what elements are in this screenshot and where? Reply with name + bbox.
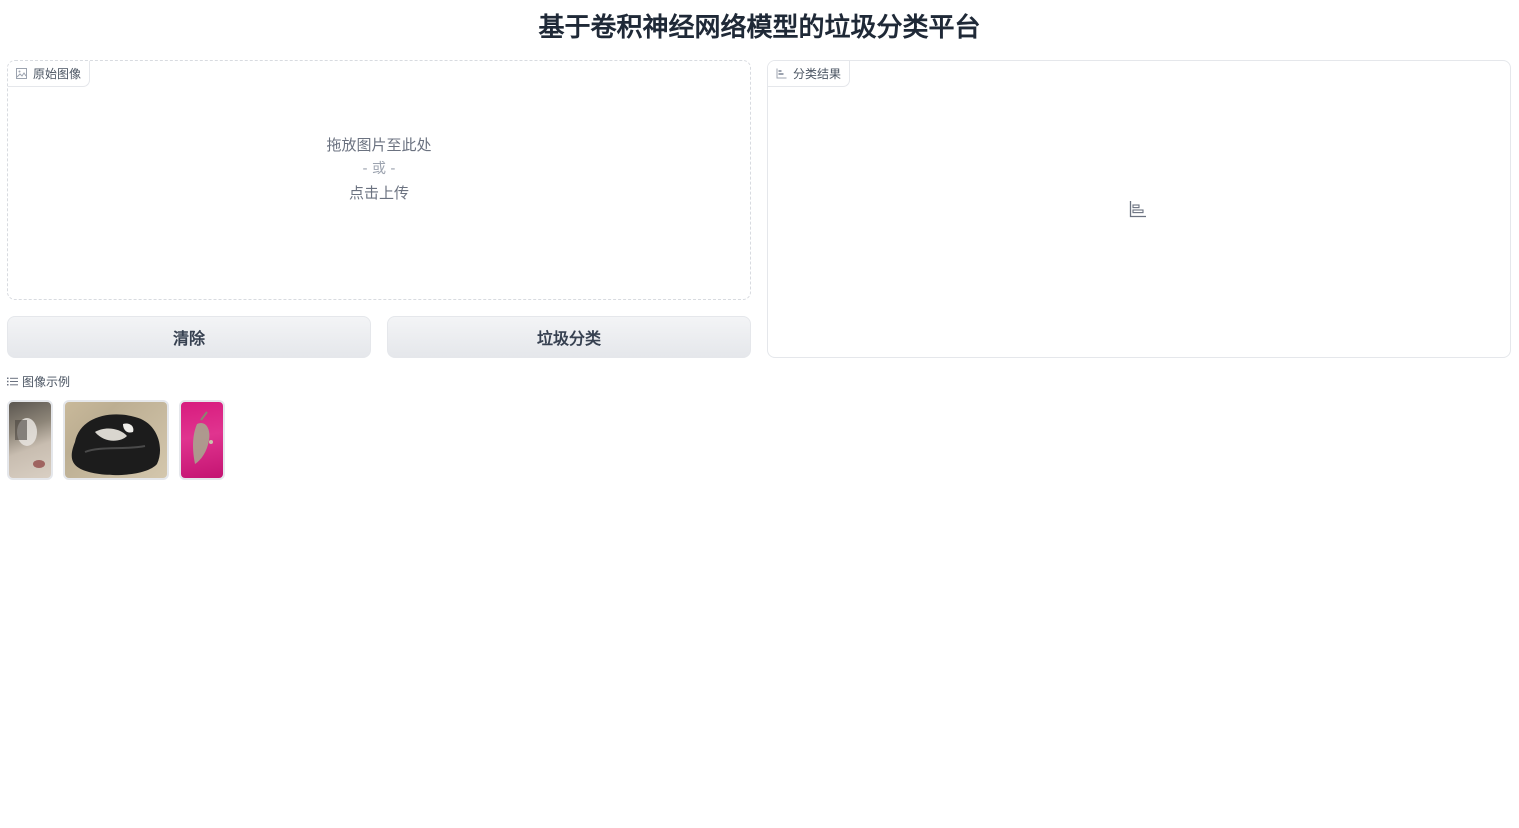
examples-gallery [7,400,225,480]
classify-button[interactable]: 垃圾分类 [387,316,751,358]
or-text: - 或 - [362,161,396,177]
page-title: 基于卷积神经网络模型的垃圾分类平台 [538,13,981,43]
examples-label-text: 图像示例 [22,374,71,389]
classification-result-panel: 分类结果 [767,60,1511,358]
click-upload-text[interactable]: 点击上传 [8,181,750,205]
input-label-text: 原始图像 [33,67,82,81]
image-upload-panel[interactable]: 原始图像 拖放图片至此处 - 或 - 点击上传 [7,60,751,300]
upload-drop-zone[interactable]: 拖放图片至此处 - 或 - 点击上传 [8,133,750,205]
list-icon [7,377,18,386]
example-thumbnail-2[interactable] [63,400,169,480]
image-icon [16,68,27,79]
output-block-label: 分类结果 [768,61,851,87]
bar-chart-icon [776,68,787,79]
empty-result-icon [1129,200,1147,218]
output-label-text: 分类结果 [793,67,842,81]
input-block-label: 原始图像 [8,61,91,87]
drop-text: 拖放图片至此处 [326,136,432,154]
clear-button[interactable]: 清除 [7,316,371,358]
example-thumbnail-3[interactable] [179,400,225,480]
examples-label: 图像示例 [7,372,70,390]
example-thumbnail-1[interactable] [7,400,53,480]
